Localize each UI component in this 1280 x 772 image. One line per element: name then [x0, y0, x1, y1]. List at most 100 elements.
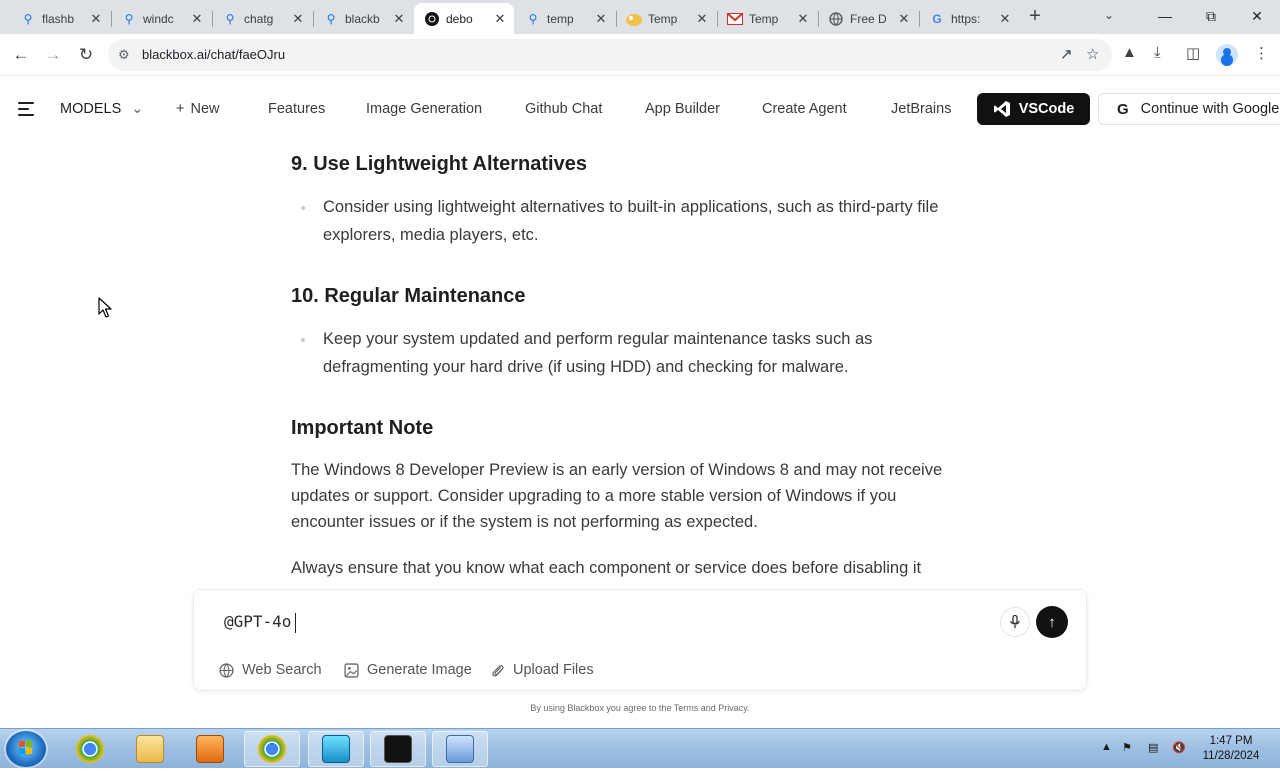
nav-link-features[interactable]: Features	[268, 101, 325, 117]
folder-icon	[136, 735, 164, 763]
browser-tab[interactable]: ⚲ chatg ✕	[212, 3, 312, 34]
browser-tab[interactable]: ⚲ windc ✕	[111, 3, 211, 34]
close-tab-icon[interactable]: ✕	[189, 11, 205, 27]
close-tab-icon[interactable]: ✕	[88, 11, 104, 27]
taskbar-media-player-button[interactable]	[182, 731, 238, 767]
clock-time: 1:47 PM	[1209, 735, 1253, 747]
close-tab-icon[interactable]: ✕	[896, 11, 912, 27]
close-window-icon[interactable]: ✕	[1234, 4, 1280, 28]
taskbar-cmd-button[interactable]	[370, 731, 426, 767]
google-icon: G	[932, 11, 942, 26]
models-dropdown[interactable]: MODELS ⌄	[60, 101, 143, 117]
minimize-icon[interactable]: —	[1142, 4, 1188, 28]
google-label: Continue with Google	[1140, 101, 1280, 117]
taskbar-chrome-active-button[interactable]	[244, 731, 300, 767]
site-navbar: MODELS ⌄ + New Features Image Generation …	[0, 77, 1280, 141]
back-arrow-icon[interactable]: ←	[8, 42, 34, 68]
share-icon[interactable]: ↗	[1060, 45, 1073, 63]
close-tab-icon[interactable]: ✕	[694, 11, 710, 27]
new-chat-button[interactable]: + New	[176, 101, 219, 117]
close-tab-icon[interactable]: ✕	[795, 11, 811, 27]
taskbar-remote-app-button[interactable]	[308, 731, 364, 767]
microphone-icon[interactable]	[1000, 607, 1030, 637]
tab-title: Free D	[850, 11, 887, 26]
action-center-flag-icon[interactable]: ⚑	[1122, 741, 1132, 754]
upload-files-button[interactable]: Upload Files	[489, 662, 594, 678]
mouse-cursor-icon	[98, 297, 112, 318]
important-note-heading: Important Note	[291, 417, 434, 439]
tab-title: flashb	[42, 11, 75, 26]
close-tab-icon[interactable]: ✕	[593, 11, 609, 27]
browser-tab[interactable]: ⚲ temp ✕	[515, 3, 615, 34]
new-label: New	[190, 101, 220, 117]
upload-files-label: Upload Files	[513, 662, 594, 678]
forward-arrow-icon[interactable]: →	[40, 42, 66, 68]
taskbar-explorer-button[interactable]	[122, 731, 178, 767]
browser-tab[interactable]: Temp ✕	[717, 3, 817, 34]
browser-tab-active[interactable]: debo ✕	[414, 3, 514, 34]
search-icon: ⚲	[225, 11, 235, 26]
nav-link-create-agent[interactable]: Create Agent	[762, 101, 847, 117]
profile-avatar[interactable]	[1216, 44, 1238, 66]
taskbar-display-button[interactable]	[432, 731, 488, 767]
reload-icon[interactable]: ↻	[73, 42, 99, 68]
search-icon: ⚲	[124, 11, 134, 26]
chrome-icon	[76, 735, 104, 763]
windows-logo-icon	[19, 741, 32, 754]
browser-tab[interactable]: ⚲ flashb ✕	[10, 3, 110, 34]
arrow-up-icon: ↑	[1048, 613, 1056, 631]
close-tab-icon[interactable]: ✕	[290, 11, 306, 27]
url-text[interactable]: blackbox.ai/chat/faeOJru	[142, 47, 285, 62]
plus-icon: +	[176, 101, 185, 117]
chat-composer: @GPT-4o ↑ Web Search Generate Image Uplo…	[193, 589, 1087, 691]
side-panel-icon[interactable]: ◫	[1186, 44, 1200, 62]
close-tab-icon[interactable]: ✕	[391, 11, 407, 27]
close-tab-icon[interactable]: ✕	[492, 11, 508, 27]
volume-muted-icon[interactable]: 🔇	[1172, 741, 1186, 754]
browser-tab[interactable]: Free D ✕	[818, 3, 918, 34]
hamburger-menu-icon[interactable]	[18, 102, 34, 120]
list-item: Keep your system updated and perform reg…	[291, 325, 951, 381]
tab-title: chatg	[244, 11, 274, 26]
chat-input[interactable]: @GPT-4o	[224, 612, 297, 633]
browser-tab[interactable]: Temp ✕	[616, 3, 716, 34]
globe-icon	[828, 11, 844, 27]
web-search-button[interactable]: Web Search	[218, 662, 322, 678]
nav-link-github-chat[interactable]: Github Chat	[525, 101, 602, 117]
browser-tab[interactable]: G https: ✕	[919, 3, 1019, 34]
closing-text: Always ensure that you know what each co…	[291, 559, 922, 577]
new-tab-icon[interactable]: +	[1024, 6, 1046, 28]
paperclip-icon	[489, 662, 505, 678]
tab-title: https:	[951, 11, 981, 26]
network-icon[interactable]: ▤	[1148, 741, 1158, 754]
browser-tab[interactable]: ⚲ blackb ✕	[313, 3, 413, 34]
bookmark-star-icon[interactable]: ☆	[1086, 45, 1099, 63]
labs-flask-icon[interactable]: ▲	[1122, 44, 1137, 61]
taskbar-chrome-button[interactable]	[62, 731, 118, 767]
address-bar[interactable]: ⚙ blackbox.ai/chat/faeOJru ↗ ☆	[108, 39, 1112, 71]
generate-image-button[interactable]: Generate Image	[343, 662, 472, 678]
nav-link-image-generation[interactable]: Image Generation	[366, 101, 482, 117]
list-item: Consider using lightweight alternatives …	[291, 193, 951, 249]
command-prompt-icon	[384, 735, 412, 763]
media-player-icon	[196, 735, 224, 763]
nav-link-jetbrains[interactable]: JetBrains	[891, 101, 951, 117]
close-tab-icon[interactable]: ✕	[997, 11, 1013, 27]
display-settings-icon	[446, 735, 474, 763]
send-button[interactable]: ↑	[1036, 606, 1068, 638]
site-info-icon[interactable]: ⚙	[118, 47, 130, 63]
restore-icon[interactable]: ⧉	[1188, 4, 1234, 28]
generate-image-label: Generate Image	[367, 662, 472, 678]
nav-link-app-builder[interactable]: App Builder	[645, 101, 720, 117]
remote-desktop-icon	[322, 735, 350, 763]
continue-with-google-button[interactable]: G Continue with Google	[1098, 93, 1280, 125]
start-button[interactable]	[6, 731, 46, 767]
browser-tab-strip: ⚲ flashb ✕ ⚲ windc ✕ ⚲ chatg ✕ ⚲ blackb …	[0, 0, 1280, 34]
tab-search-chevron-icon[interactable]: ⌄	[1104, 8, 1114, 22]
menu-kebab-icon[interactable]: ⋮	[1254, 44, 1269, 62]
taskbar-clock[interactable]: 1:47 PM 11/28/2024	[1196, 734, 1266, 764]
vscode-button[interactable]: VSCode	[977, 93, 1090, 125]
chevron-down-icon: ⌄	[131, 101, 144, 117]
download-icon[interactable]: ⤓	[1154, 44, 1161, 61]
show-hidden-icons-icon[interactable]: ▲	[1101, 741, 1112, 753]
